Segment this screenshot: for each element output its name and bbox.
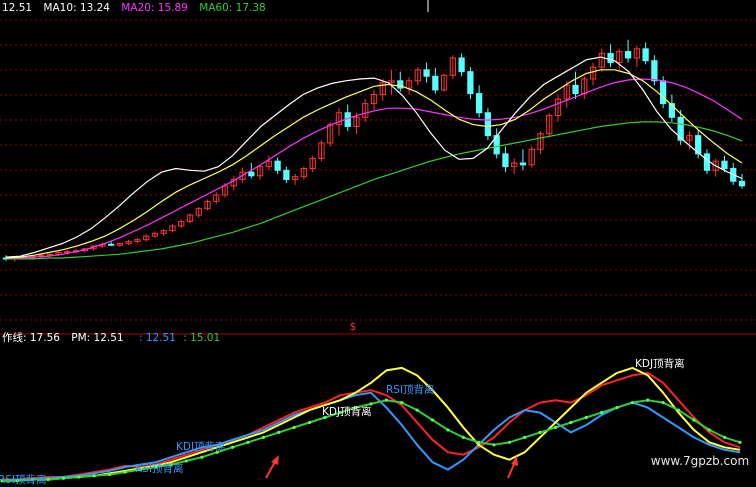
legend-ma10: MA10: 13.24 [43,2,110,14]
oscillator-green-dot [369,402,373,406]
annotation-kdj-mid: KDJ顶背离 [322,405,372,418]
oscillator-green-dot [200,455,204,459]
price-panel [2,39,746,262]
oscillator-green-dot [123,470,127,474]
stock-chart: 12.51 MA10: 13.24 MA20: 15.89 MA60: 17.3… [0,0,756,486]
oscillator-green-dot [584,415,588,420]
candle [432,75,439,91]
ma5-line [5,56,743,258]
candle [738,180,746,187]
oscillator-green-dot [400,401,404,405]
candle [458,57,465,73]
annotation-rsi-low: RSI顶背离 [135,462,184,475]
oscillator-green-dot [707,428,711,432]
oscillator-green-dot [292,425,296,430]
candle [423,69,430,77]
annotation-kdj-top: KDJ顶背离 [635,357,685,370]
oscillator-green-dot [661,401,665,405]
oscillator-green-dot [461,435,465,439]
grid-lines [0,0,756,321]
oscillator-green-dot [692,418,696,422]
annotation-rsi-edge: RSI顶背离 [0,473,47,486]
oscillator-green-dot [615,406,619,410]
legend-ma60: MA60: 17.38 [199,2,266,14]
oscillator-green-dot [569,420,573,425]
oscillator-green-dot [600,410,604,415]
oscillator-green-dot [261,435,265,439]
candle [467,71,474,95]
oscillator-green-dot [430,418,435,422]
oscillator-green-dot [738,440,742,444]
oscillator-green-dot [92,474,96,478]
oscillator-green-dot [277,430,281,434]
legend-value-green: : 15.01 [183,332,220,344]
oscillator-red-line [2,371,741,481]
candle [519,162,527,166]
candle [721,160,728,169]
candle [607,52,614,64]
top-legend: 12.51 MA10: 13.24 MA20: 15.89 MA60: 17.3… [2,2,266,14]
candle [108,243,115,246]
bottom-legend: 作线: 17.56 PM: 12.51 : 12.51 : 15.01 [2,331,220,344]
oscillator-green-dot [415,408,419,412]
oscillator-green-dot [630,401,634,405]
candle [660,80,667,105]
oscillator-green-dot [676,408,681,412]
candle [651,60,658,82]
legend-ma20: MA20: 15.89 [121,2,188,14]
oscillator-panel [0,366,742,483]
oscillator-green-dot [507,440,511,444]
oscillator-green-dot [46,477,50,482]
oscillator-green-dot [553,425,558,430]
legend-cost-line: 作线: 17.56 [2,331,60,344]
oscillator-green-dot [61,476,66,480]
watermark: www.7gpzb.com [651,454,749,468]
price-marker: $ [350,321,357,333]
candle [274,160,281,171]
oscillator-green-dot [246,440,250,444]
oscillator-yellow-line [2,366,741,482]
candle [624,51,632,59]
oscillator-green-dot [108,472,112,477]
candle [484,112,492,137]
legend-pm: PM: 12.51 [71,332,123,344]
candle [476,93,483,114]
oscillator-green-dot [384,398,388,402]
arrow-marker-1 [265,455,279,479]
oscillator-green-dot [723,435,727,439]
annotation-kdj-low: KDJ顶背离 [176,440,226,453]
candle [397,80,404,89]
candle [283,169,290,180]
candle [703,153,711,171]
candle [572,84,579,95]
candle [248,171,255,177]
oscillator-green-dot [446,428,450,432]
oscillator-green-dot [184,459,189,463]
oscillator-green-dot [492,443,496,447]
oscillator-green-dot [477,440,481,444]
legend-value-blue: : 12.51 [139,332,176,344]
oscillator-green-dot [646,398,650,402]
oscillator-green-dot [231,445,235,449]
legend-price: 12.51 [2,2,32,14]
candle [642,48,649,62]
oscillator-green-dot [523,435,527,439]
oscillator-green-dot [538,430,542,434]
oscillator-green-dot [307,420,312,425]
candle [502,153,509,168]
oscillator-green-dot [77,475,81,479]
annotation-rsi-top: RSI顶背离 [386,383,435,396]
